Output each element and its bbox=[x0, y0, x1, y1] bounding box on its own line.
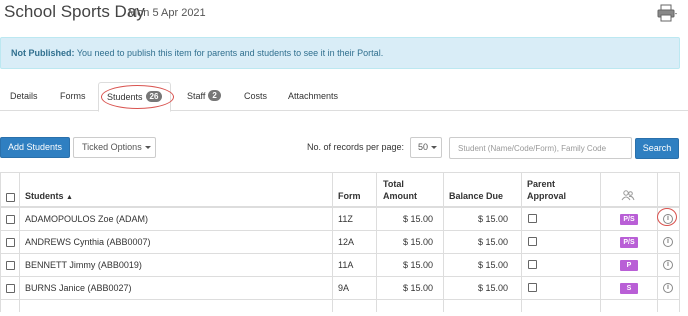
audience-tag: P/S bbox=[620, 214, 638, 225]
balance-due: $ 15.00 bbox=[478, 283, 509, 293]
tab-label: Costs bbox=[244, 91, 268, 101]
tab-students[interactable]: Students 26 bbox=[98, 82, 172, 112]
parent-approval-checkbox[interactable] bbox=[528, 283, 537, 292]
tab-label: Forms bbox=[60, 91, 86, 101]
balance-due: $ 15.00 bbox=[478, 260, 509, 270]
parent-approval-checkbox[interactable] bbox=[528, 237, 537, 246]
info-icon[interactable]: i bbox=[663, 283, 673, 293]
info-icon[interactable]: i bbox=[663, 214, 673, 224]
student-form: 11A bbox=[338, 260, 354, 270]
info-icon[interactable]: i bbox=[663, 260, 673, 270]
sort-up-icon: ▲ bbox=[66, 194, 73, 201]
students-count-badge: 26 bbox=[145, 91, 163, 102]
student-form: 11Z bbox=[338, 214, 353, 224]
tab-forms[interactable]: Forms bbox=[60, 82, 86, 111]
audience-tag: P/S bbox=[620, 237, 638, 248]
audience-tag: S bbox=[620, 283, 638, 294]
select-all-checkbox[interactable] bbox=[6, 193, 15, 202]
event-date: Mon 5 Apr 2021 bbox=[128, 7, 206, 19]
total-header-line2: Amount bbox=[383, 191, 417, 201]
staff-count-badge: 2 bbox=[208, 90, 221, 101]
table-row: ANDREWS Cynthia (ABB0007) 12A $ 15.00 $ … bbox=[0, 231, 680, 254]
total-header-line1: Total bbox=[383, 179, 404, 189]
row-checkbox[interactable] bbox=[6, 238, 15, 247]
caret-down-icon bbox=[144, 146, 151, 150]
alert-message: You need to publish this item for parent… bbox=[74, 48, 384, 58]
total-amount: $ 15.00 bbox=[403, 214, 434, 224]
parent-approval-checkbox[interactable] bbox=[528, 260, 537, 269]
student-name: ADAMOPOULOS Zoe (ADAM) bbox=[25, 214, 149, 224]
students-column-header[interactable]: Students ▲ bbox=[25, 190, 73, 204]
student-form: 9A bbox=[338, 283, 350, 293]
student-name: BURNS Janice (ABB0027) bbox=[25, 283, 132, 293]
tab-staff[interactable]: Staff 2 bbox=[187, 82, 221, 111]
table-row: BURNS Janice (ABB0027) 9A $ 15.00 $ 15.0… bbox=[0, 277, 680, 300]
page-header: School Sports Day Mon 5 Apr 2021 bbox=[0, 0, 688, 30]
not-published-alert: Not Published: You need to publish this … bbox=[0, 37, 680, 69]
tab-bar: Details Forms Students 26 Staff 2 Costs At… bbox=[0, 82, 688, 112]
records-per-page-select[interactable]: 50 bbox=[410, 137, 442, 158]
ticked-options-label: Ticked Options bbox=[82, 142, 142, 152]
student-form: 12A bbox=[338, 237, 355, 247]
total-amount: $ 15.00 bbox=[403, 237, 434, 247]
total-amount-column-header[interactable]: Total Amount bbox=[383, 178, 417, 202]
people-icon bbox=[621, 190, 635, 201]
row-checkbox[interactable] bbox=[6, 284, 15, 293]
table-header-row: Students ▲ Form Total Amount Balance Due … bbox=[0, 172, 680, 208]
total-amount: $ 15.00 bbox=[403, 260, 434, 270]
search-button[interactable]: Search bbox=[635, 138, 679, 159]
parent-approval-checkbox[interactable] bbox=[528, 214, 537, 223]
table-row: BENNETT Jimmy (ABB0019) 11A $ 15.00 $ 15… bbox=[0, 254, 680, 277]
form-column-header[interactable]: Form bbox=[338, 190, 361, 202]
row-checkbox[interactable] bbox=[6, 215, 15, 224]
table-row: ADAMOPOULOS Zoe (ADAM) 11Z $ 15.00 $ 15.… bbox=[0, 208, 680, 231]
student-search-input[interactable] bbox=[449, 137, 632, 159]
ticked-options-dropdown[interactable]: Ticked Options bbox=[73, 137, 156, 158]
total-amount: $ 15.00 bbox=[403, 283, 434, 293]
records-per-page-value: 50 bbox=[418, 142, 429, 152]
tab-costs[interactable]: Costs bbox=[244, 82, 267, 111]
alert-label: Not Published: bbox=[11, 48, 75, 58]
tab-details[interactable]: Details bbox=[10, 82, 38, 111]
add-students-button[interactable]: Add Students bbox=[0, 137, 70, 158]
parent-header-line1: Parent bbox=[527, 179, 556, 189]
audience-tag: P bbox=[620, 260, 638, 271]
student-name: ANDREWS Cynthia (ABB0007) bbox=[25, 237, 151, 247]
row-checkbox[interactable] bbox=[6, 261, 15, 270]
info-icon[interactable]: i bbox=[663, 237, 673, 247]
page-title: School Sports Day bbox=[4, 2, 145, 21]
caret-down-icon bbox=[431, 146, 438, 150]
students-header-label: Students bbox=[25, 191, 64, 201]
parent-header-line2: Approval bbox=[527, 191, 567, 201]
printer-icon[interactable] bbox=[655, 4, 679, 22]
balance-due: $ 15.00 bbox=[478, 237, 509, 247]
parent-approval-column-header[interactable]: Parent Approval bbox=[527, 178, 566, 202]
balance-due: $ 15.00 bbox=[478, 214, 509, 224]
student-name: BENNETT Jimmy (ABB0019) bbox=[25, 260, 142, 270]
tab-attachments[interactable]: Attachments bbox=[288, 82, 338, 111]
tab-label: Students bbox=[107, 92, 143, 102]
balance-due-column-header[interactable]: Balance Due bbox=[449, 190, 503, 202]
tab-label: Details bbox=[10, 91, 38, 101]
tab-label: Attachments bbox=[288, 91, 339, 101]
records-per-page-label: No. of records per page: bbox=[307, 142, 405, 152]
tab-label: Staff bbox=[187, 91, 206, 101]
